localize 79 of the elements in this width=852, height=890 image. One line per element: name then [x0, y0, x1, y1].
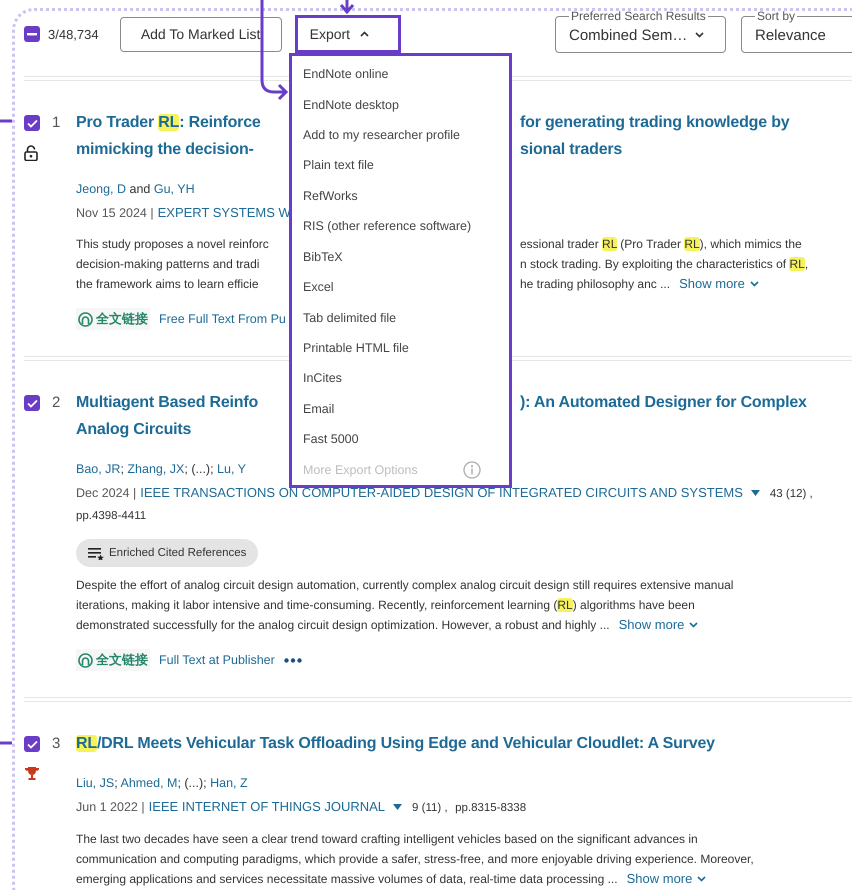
caret-icon[interactable]: [750, 490, 760, 496]
annotation-arrow: [340, 0, 354, 14]
export-menu-item[interactable]: Plain text file: [292, 150, 509, 181]
publication-date: Nov 15 2024 |: [76, 206, 154, 220]
show-more-link[interactable]: Show more: [679, 274, 759, 294]
checkmark-icon: [26, 740, 38, 748]
author-list: Liu, JS; Ahmed, M; (...); Han, Z: [76, 776, 248, 790]
page-range: pp.4398-4411: [76, 510, 146, 522]
select-all-checkbox[interactable]: [24, 26, 40, 42]
selection-count: 3/48,734: [48, 26, 99, 42]
show-more-link[interactable]: Show more: [626, 869, 706, 889]
preferred-results-select[interactable]: Preferred Search Results Combined Sem…: [555, 9, 726, 53]
export-button[interactable]: Export: [294, 15, 401, 53]
export-menu-item[interactable]: Fast 5000: [292, 424, 509, 454]
chevron-down-icon: [750, 281, 759, 287]
abstract-text: n stock trading. By exploiting the characteristics of RL,: [520, 256, 808, 273]
export-menu-item[interactable]: BibTeX: [292, 242, 509, 272]
abstract-text: demonstrated successfully for the analog circuit design optimization. However, a robust and highly ...: [76, 618, 610, 632]
abstract-text: The last two decades have seen a clear trend toward crafting intelligent vehicles based on the significant advances in: [76, 832, 698, 846]
publication-date: Dec 2024 |: [76, 486, 136, 500]
checkmark-icon: [26, 118, 38, 128]
caret-icon: [695, 32, 704, 38]
article-title-link[interactable]: RL/DRL Meets Vehicular Task Offloading Using Edge and Vehicular Cloudlet: A Survey: [76, 735, 715, 752]
full-text-link[interactable]: 全文链接: [76, 649, 150, 671]
author-list: Bao, JR; Zhang, JX; (...); Lu, Y: [76, 462, 246, 476]
checkmark-icon: [26, 398, 38, 408]
article-title-link[interactable]: sional traders: [520, 136, 622, 163]
publisher-link[interactable]: Full Text at Publisher: [159, 653, 275, 667]
record-number: 3: [52, 734, 62, 754]
journal-link[interactable]: IEEE INTERNET OF THINGS JOURNAL: [148, 799, 386, 814]
abstract-text: Despite the effort of analog circuit design automation, currently complex analog circuit design still requires extensive manual: [76, 578, 734, 592]
checkbox[interactable]: [24, 736, 40, 752]
export-menu-item[interactable]: Tab delimited file: [292, 302, 509, 333]
export-menu-item[interactable]: Printable HTML file: [292, 332, 509, 364]
minus-icon: [27, 32, 37, 36]
export-menu-item[interactable]: InCites: [292, 363, 509, 394]
article-title-link[interactable]: ): An Automated Designer for Complex: [520, 389, 807, 416]
export-menu-item[interactable]: RIS (other reference software): [292, 211, 509, 242]
article-title-link[interactable]: Pro Trader RL: Reinforce: [76, 109, 261, 136]
chevron-down-icon: [697, 876, 706, 882]
caret-icon: [360, 31, 370, 37]
export-menu-item[interactable]: Add to my researcher profile: [292, 120, 509, 150]
export-menu-item[interactable]: Email: [292, 394, 509, 424]
record-number: 2: [52, 393, 62, 413]
abstract-text: the framework aims to learn efficie: [76, 276, 259, 293]
checkbox[interactable]: [24, 395, 40, 411]
checkbox[interactable]: [24, 115, 40, 131]
export-menu-item[interactable]: RefWorks: [292, 180, 509, 212]
article-title-link[interactable]: Multiagent Based Reinfo: [76, 389, 258, 416]
volume-issue: 9 (11) ,: [412, 802, 448, 814]
article-title-link[interactable]: mimicking the decision-: [76, 136, 254, 163]
author-list: Jeong, D and Gu, YH: [76, 182, 195, 196]
show-more-link[interactable]: Show more: [618, 615, 698, 635]
article-title-link[interactable]: for generating trading knowledge by: [520, 109, 790, 136]
article-title-link[interactable]: Analog Circuits: [76, 421, 192, 438]
full-text-icon: [78, 312, 93, 326]
sort-select[interactable]: Sort by Relevance: [741, 9, 852, 53]
abstract-text: emerging applications and services necessitate massive volumes of data, real-time data processing ...: [76, 872, 618, 886]
publisher-link[interactable]: Free Full Text From Pu: [159, 312, 286, 326]
export-menu-item[interactable]: Excel: [292, 272, 509, 302]
abstract-text: This study proposes a novel reinforc: [76, 236, 269, 253]
record-number: 1: [52, 113, 62, 133]
export-menu-item[interactable]: EndNote desktop: [292, 89, 509, 120]
abstract-text: decision-making patterns and tradi: [76, 256, 260, 273]
journal-link[interactable]: IEEE TRANSACTIONS ON COMPUTER-AIDED DESIGN OF INTEGRATED CIRCUITS AND SYSTEMS: [140, 485, 743, 500]
page-range: pp.8315-8338: [455, 802, 526, 814]
chevron-down-icon: [689, 622, 698, 628]
caret-icon[interactable]: [393, 804, 402, 810]
publication-date: Jun 1 2022 |: [76, 800, 145, 814]
export-menu-item[interactable]: EndNote online: [292, 59, 509, 90]
abstract-text: he trading philosophy anc ...: [520, 276, 670, 293]
volume-issue: 43 (12) ,: [770, 488, 813, 500]
full-text-icon: [78, 652, 93, 668]
add-to-marked-list-button[interactable]: Add To Marked List: [120, 16, 282, 52]
full-text-link[interactable]: 全文链接: [76, 308, 150, 330]
more-options-icon[interactable]: [284, 658, 302, 662]
enriched-references-chip[interactable]: Enriched Cited References: [76, 539, 258, 567]
abstract-text: communication and computing paradigms, which provide a safer, stress-free, and more enjoyable driving experience. Moreover,: [76, 852, 754, 866]
list-star-icon: [88, 546, 104, 560]
